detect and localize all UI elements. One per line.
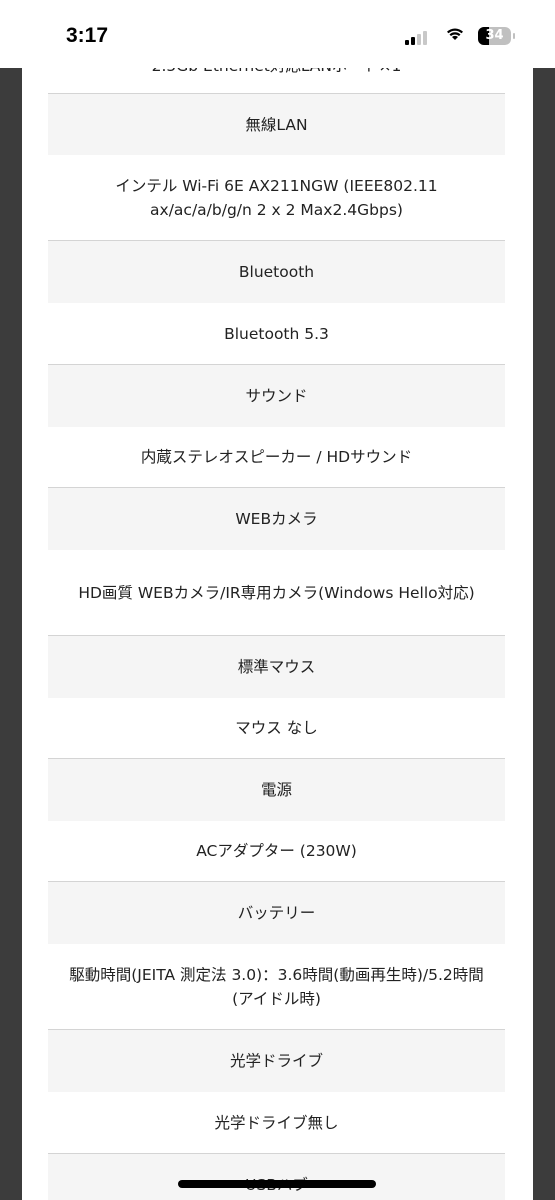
cell-text: 無線LAN — [245, 115, 308, 134]
cell-text: Bluetooth — [238, 263, 315, 281]
spec-header-cell: 無線LAN — [48, 94, 505, 155]
cell-text: 2.5Gb Ethernet対応LANポート×1 — [152, 68, 402, 78]
spec-value-cell: マウス なし — [48, 698, 505, 759]
cell-text: サウンド — [245, 387, 308, 405]
home-indicator[interactable] — [178, 1180, 376, 1188]
cell-text: 光学ドライブ無し — [214, 1113, 339, 1132]
cell-text: WEBカメラ — [235, 510, 318, 528]
spec-value-cell: 光学ドライブ無し — [48, 1092, 505, 1154]
battery-icon: 34 — [478, 27, 511, 45]
cell-text: HD画質 WEBカメラ/IR専用カメラ(Windows Hello対応) — [78, 583, 475, 602]
spec-header-cell: Bluetooth — [48, 241, 505, 303]
spec-header-cell: サウンド — [48, 365, 505, 427]
clock: 3:17 — [66, 24, 109, 47]
cell-text: マウス なし — [235, 719, 318, 737]
spec-value-cell: ACアダプター (230W) — [48, 821, 505, 882]
spec-header-cell: 光学ドライブ — [48, 1030, 505, 1092]
page-content[interactable]: 2.5Gb Ethernet対応LANポート×1 無線LAN インテル Wi-Fi … — [22, 68, 533, 1200]
spec-header-cell: USBハブ — [48, 1154, 505, 1200]
spec-value-cell: 2.5Gb Ethernet対応LANポート×1 — [48, 68, 505, 94]
cell-text: バッテリー — [237, 904, 316, 922]
spec-header-cell: バッテリー — [48, 882, 505, 944]
wifi-icon — [446, 26, 464, 46]
cell-text: Bluetooth 5.3 — [224, 324, 329, 343]
spec-header-cell: 電源 — [48, 759, 505, 821]
spec-header-cell: WEBカメラ — [48, 488, 505, 550]
status-bar: 3:17 34 — [0, 0, 555, 68]
spec-value-cell: 駆動時間(JEITA 測定法 3.0)：3.6時間(動画再生時)/5.2時間(ア… — [48, 944, 505, 1030]
cell-text: インテル Wi-Fi 6E AX211NGW (IEEE802.11 ax/ac… — [115, 176, 438, 219]
cell-text: 光学ドライブ — [229, 1052, 323, 1070]
cell-text: 内蔵ステレオスピーカー / HDサウンド — [140, 448, 413, 466]
cell-text: 電源 — [260, 781, 292, 799]
spec-value-cell: Bluetooth 5.3 — [48, 303, 505, 365]
cell-text: 標準マウス — [237, 658, 316, 676]
spec-table: 2.5Gb Ethernet対応LANポート×1 無線LAN インテル Wi-Fi … — [48, 68, 505, 1200]
battery-level: 34 — [485, 28, 504, 43]
cell-text: ACアダプター (230W) — [196, 842, 357, 860]
spec-value-cell: 内蔵ステレオスピーカー / HDサウンド — [48, 427, 505, 488]
battery-tip — [513, 33, 515, 39]
spec-value-cell: HD画質 WEBカメラ/IR専用カメラ(Windows Hello対応) — [48, 550, 505, 636]
spec-value-cell: インテル Wi-Fi 6E AX211NGW (IEEE802.11 ax/ac… — [48, 155, 505, 241]
spec-header-cell: 標準マウス — [48, 636, 505, 698]
cellular-signal-icon — [405, 31, 427, 45]
cell-text: 駆動時間(JEITA 測定法 3.0)：3.6時間(動画再生時)/5.2時間(ア… — [69, 965, 484, 1008]
